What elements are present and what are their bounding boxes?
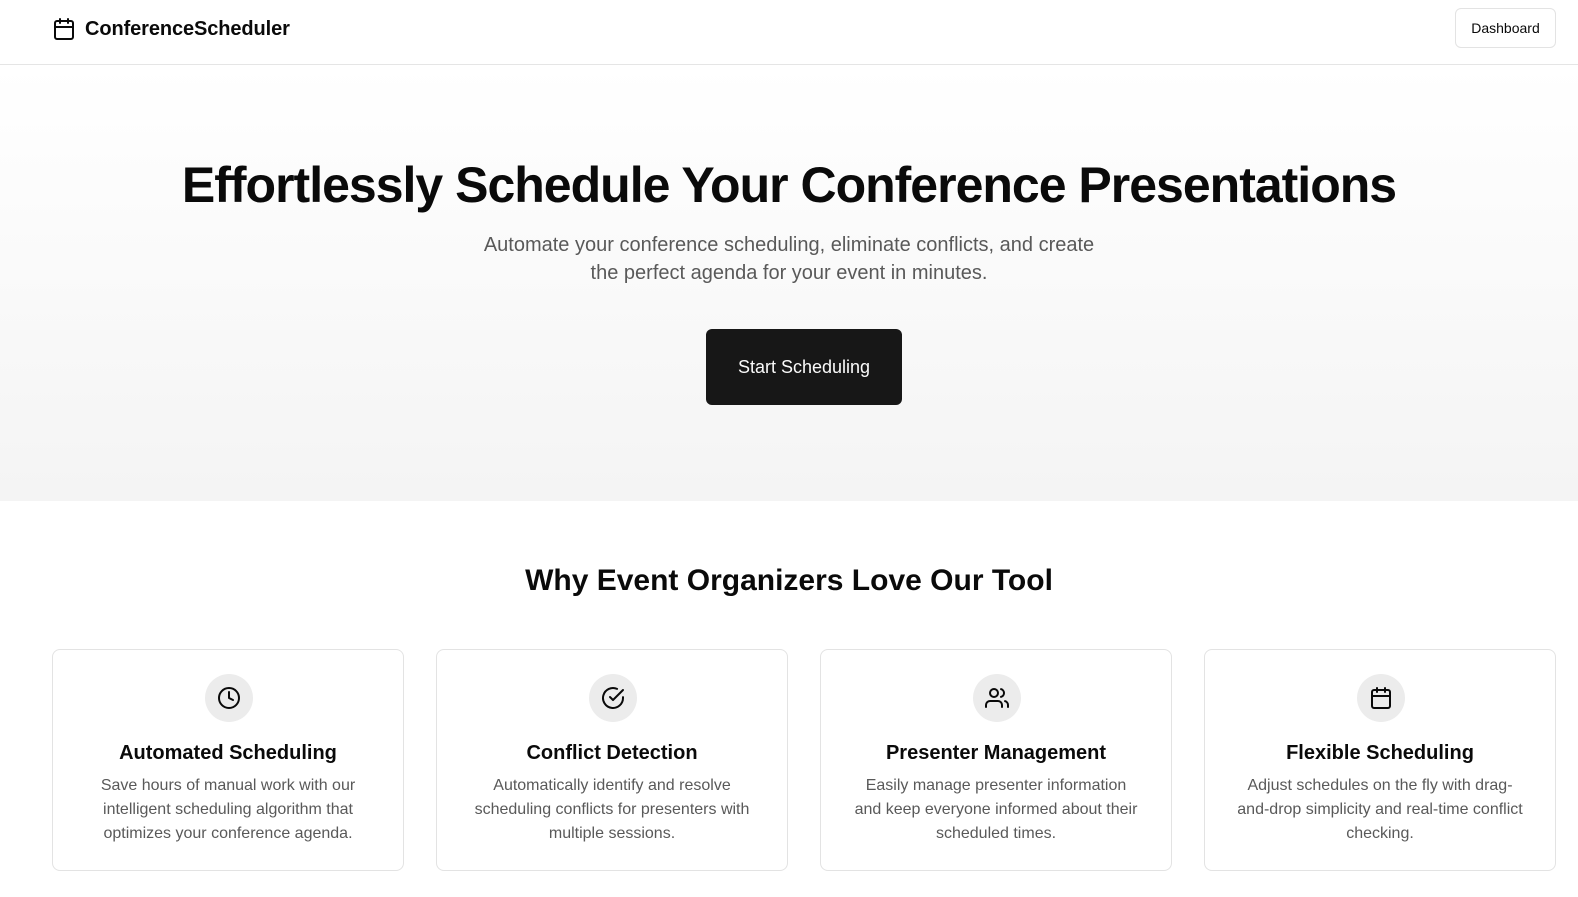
feature-description: Adjust schedules on the fly with drag-an… <box>1237 777 1523 842</box>
feature-description: Automatically identify and resolve sched… <box>474 777 750 842</box>
check-circle-icon <box>602 687 624 709</box>
feature-title: Flexible Scheduling <box>1286 742 1474 764</box>
feature-icon-badge <box>1357 674 1405 722</box>
feature-description: Easily manage presenter information and … <box>854 777 1138 842</box>
feature-card-presenter-management: Presenter Management Easily manage prese… <box>820 649 1172 871</box>
feature-icon-badge <box>205 674 253 722</box>
feature-icon-badge <box>589 674 637 722</box>
brand-logo[interactable]: ConferenceScheduler <box>52 16 290 42</box>
feature-description: Save hours of manual work with our intel… <box>100 777 356 842</box>
brand-name: ConferenceScheduler <box>85 17 290 40</box>
top-nav: ConferenceScheduler Dashboard <box>0 0 1578 65</box>
clock-icon <box>218 687 240 709</box>
feature-title: Automated Scheduling <box>119 742 337 764</box>
hero-title: Effortlessly Schedule Your Conference Pr… <box>181 157 1397 213</box>
feature-title: Conflict Detection <box>526 742 698 764</box>
feature-card-flexible-scheduling: Flexible Scheduling Adjust schedules on … <box>1204 649 1556 871</box>
start-scheduling-button[interactable]: Start Scheduling <box>706 329 902 405</box>
calendar-icon <box>52 17 76 41</box>
feature-card-conflict-detection: Conflict Detection Automatically identif… <box>436 649 788 871</box>
features-title: Why Event Organizers Love Our Tool <box>525 564 1053 597</box>
feature-card-automated-scheduling: Automated Scheduling Save hours of manua… <box>52 649 404 871</box>
feature-icon-badge <box>973 674 1021 722</box>
users-icon <box>985 688 1009 708</box>
hero-subtitle: Automate your conference scheduling, eli… <box>483 234 1095 284</box>
feature-title: Presenter Management <box>885 742 1107 764</box>
calendar-icon <box>1371 687 1391 709</box>
hero-section: Effortlessly Schedule Your Conference Pr… <box>0 65 1578 501</box>
dashboard-button[interactable]: Dashboard <box>1455 8 1556 48</box>
